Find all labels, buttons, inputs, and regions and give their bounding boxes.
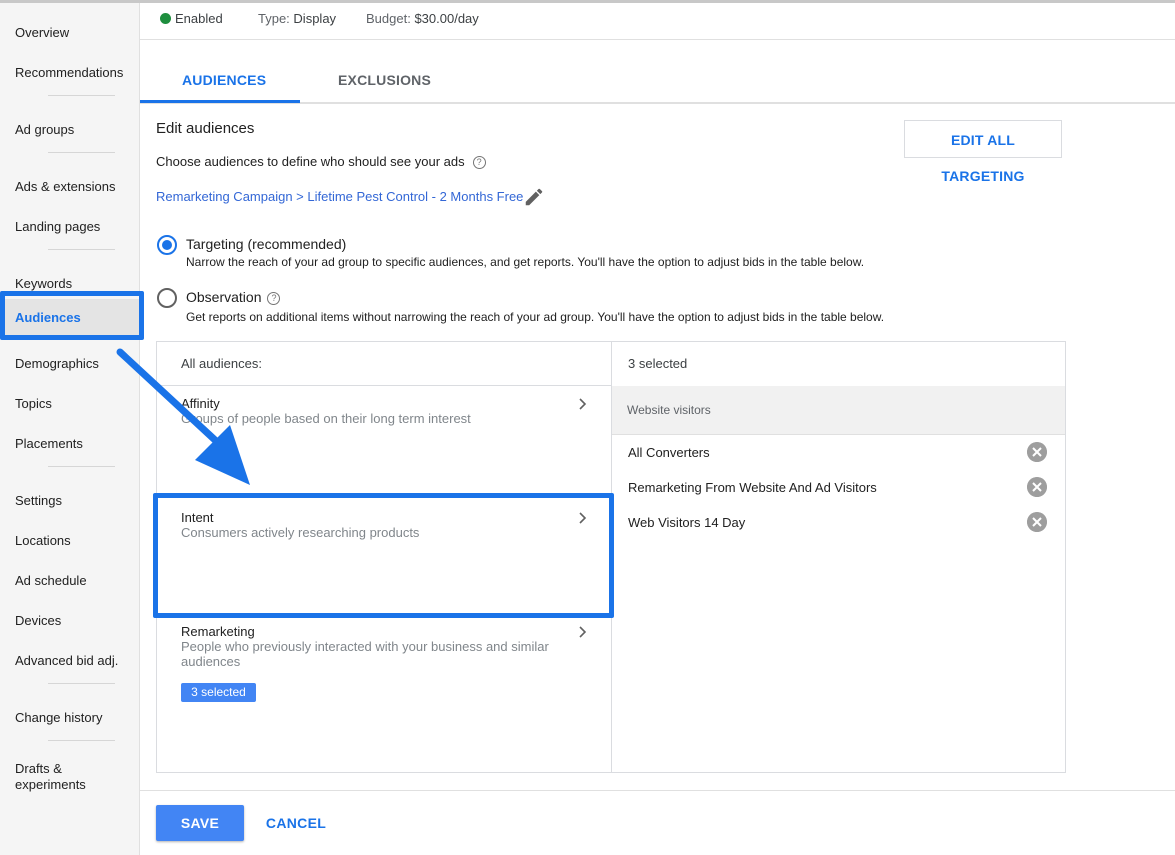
- selected-audience-item: All Converters: [628, 445, 710, 460]
- sidebar-item-ad-schedule[interactable]: Ad schedule: [0, 563, 139, 599]
- tab-audiences[interactable]: AUDIENCES: [182, 72, 266, 88]
- selected-group-header: Website visitors: [612, 386, 1065, 435]
- targeting-option-title: Targeting (recommended): [186, 236, 347, 252]
- observation-option-label: Observation: [186, 289, 262, 305]
- sidebar-item-ad-groups[interactable]: Ad groups: [0, 112, 139, 148]
- targeting-radio[interactable]: [157, 235, 177, 255]
- status-enabled-label: Enabled: [175, 11, 223, 26]
- status-budget: Budget: $30.00/day: [366, 11, 479, 26]
- sidebar-divider: [48, 683, 115, 684]
- active-tab-indicator: [140, 100, 300, 103]
- page-title: Edit audiences: [156, 120, 255, 137]
- sidebar-item-advanced-bid-adj[interactable]: Advanced bid adj.: [0, 643, 139, 679]
- sidebar-item-landing-pages[interactable]: Landing pages: [0, 209, 139, 245]
- save-button[interactable]: SAVE: [156, 805, 244, 841]
- chevron-right-icon: [579, 398, 587, 410]
- help-icon[interactable]: ?: [267, 292, 281, 305]
- budget-label: Budget:: [366, 11, 411, 26]
- sidebar-divider: [48, 466, 115, 467]
- cancel-button[interactable]: CANCEL: [256, 805, 336, 841]
- tab-bar: AUDIENCES EXCLUSIONS: [140, 40, 1175, 104]
- annotation-arrow-icon: [116, 348, 250, 485]
- remove-icon[interactable]: [1027, 512, 1047, 532]
- help-icon[interactable]: ?: [472, 156, 486, 169]
- sidebar-divider: [48, 152, 115, 153]
- observation-option-title: Observation?: [186, 289, 281, 305]
- targeting-option-desc: Narrow the reach of your ad group to spe…: [186, 255, 865, 269]
- selected-audience-item: Remarketing From Website And Ad Visitors: [628, 480, 877, 495]
- sidebar-item-recommendations[interactable]: Recommendations: [0, 55, 139, 91]
- category-desc: People who previously interacted with yo…: [181, 639, 549, 669]
- subtitle-text: Choose audiences to define who should se…: [156, 154, 465, 169]
- selected-audience-item: Web Visitors 14 Day: [628, 515, 746, 530]
- edit-all-targeting-button[interactable]: EDIT ALL TARGETING: [904, 120, 1062, 184]
- type-value: Display: [293, 11, 337, 26]
- category-title: Remarketing: [181, 624, 255, 639]
- intent-highlight-box: [153, 493, 614, 618]
- pencil-icon[interactable]: [523, 186, 545, 208]
- sidebar-item-ads-extensions[interactable]: Ads & extensions: [0, 169, 139, 205]
- page-subtitle: Choose audiences to define who should se…: [156, 154, 486, 169]
- remove-icon[interactable]: [1027, 442, 1047, 462]
- campaign-status-bar: Enabled Type: Display Budget: $30.00/day: [140, 3, 1175, 40]
- enabled-status-icon: [160, 13, 171, 24]
- status-enabled: Enabled: [160, 11, 223, 26]
- status-type: Type: Display: [258, 11, 336, 26]
- type-label: Type:: [258, 11, 290, 26]
- sidebar-item-overview[interactable]: Overview: [0, 15, 139, 51]
- tab-exclusions[interactable]: EXCLUSIONS: [338, 72, 431, 88]
- budget-value: $30.00/day: [414, 11, 479, 26]
- chevron-right-icon: [579, 626, 587, 638]
- selected-count-header: 3 selected: [628, 356, 688, 371]
- sidebar-divider: [48, 95, 115, 96]
- sidebar-divider: [48, 740, 115, 741]
- breadcrumb[interactable]: Remarketing Campaign > Lifetime Pest Con…: [156, 189, 523, 204]
- sidebar-item-locations[interactable]: Locations: [0, 523, 139, 559]
- observation-option-desc: Get reports on additional items without …: [186, 310, 885, 324]
- observation-radio[interactable]: [157, 288, 177, 308]
- sidebar-item-drafts-experiments[interactable]: Drafts & experiments: [0, 761, 110, 801]
- sidebar-divider: [48, 249, 115, 250]
- remove-icon[interactable]: [1027, 477, 1047, 497]
- footer-divider: [140, 790, 1175, 791]
- group-label: Website visitors: [627, 403, 711, 417]
- sidebar-item-change-history[interactable]: Change history: [0, 700, 139, 736]
- audiences-highlight-outline: [0, 291, 144, 340]
- remarketing-selected-badge: 3 selected: [181, 683, 256, 702]
- sidebar-item-devices[interactable]: Devices: [0, 603, 139, 639]
